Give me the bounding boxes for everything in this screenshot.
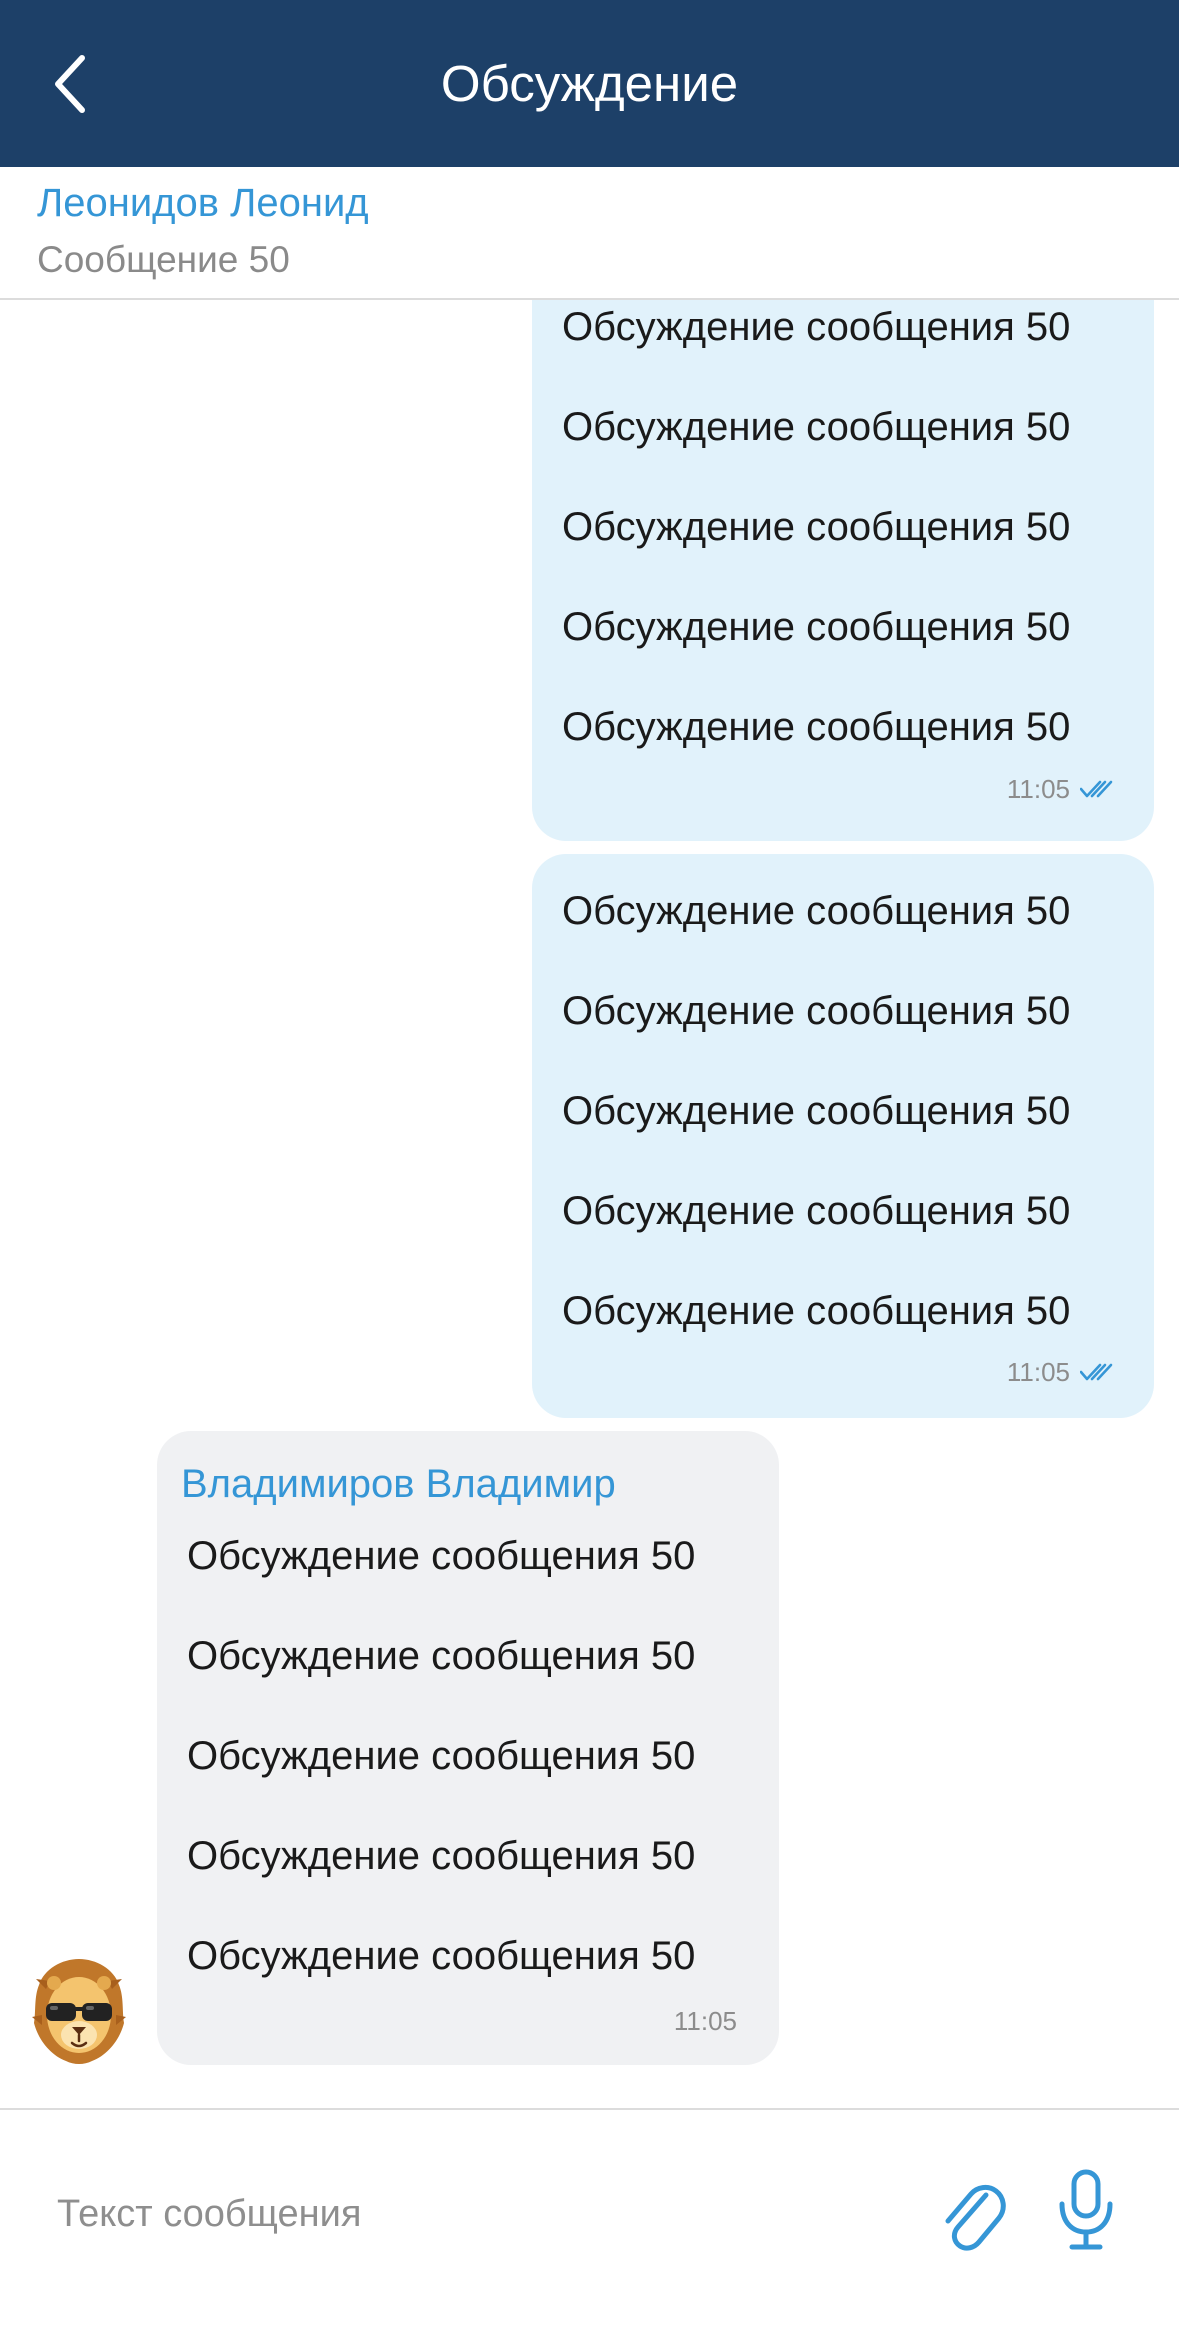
message-line: Обсуждение сообщения 50	[562, 889, 1071, 933]
sender-avatar-icon[interactable]	[32, 1955, 126, 2065]
message-line: Обсуждение сообщения 50	[187, 1734, 696, 1778]
parent-message-text: Сообщение 50	[37, 239, 290, 280]
message-line: Обсуждение сообщения 50	[562, 405, 1071, 449]
page-title: Обсуждение	[440, 55, 739, 112]
message-line: Обсуждение сообщения 50	[187, 1934, 696, 1978]
incoming-message[interactable]: Владимиров Владимир Обсуждение сообщения…	[157, 1431, 779, 2065]
message-line: Обсуждение сообщения 50	[562, 989, 1071, 1033]
top-bar: Обсуждение	[0, 0, 1179, 167]
message-meta: 11:05	[674, 2006, 737, 2036]
message-line: Обсуждение сообщения 50	[562, 1089, 1071, 1133]
message-time: 11:05	[1006, 1357, 1070, 1387]
double-check-icon	[1080, 1363, 1113, 1381]
message-meta: 11:05	[1007, 774, 1114, 804]
paperclip-icon[interactable]	[936, 2173, 1006, 2253]
message-meta: 11:05	[1007, 1357, 1114, 1387]
message-input[interactable]	[55, 2180, 879, 2248]
message-line: Обсуждение сообщения 50	[562, 605, 1071, 649]
outgoing-message[interactable]: Обсуждение сообщения 50 Обсуждение сообщ…	[532, 300, 1154, 841]
message-line: Обсуждение сообщения 50	[562, 705, 1071, 749]
message-time: 11:05	[1006, 774, 1070, 804]
message-composer	[0, 2108, 1179, 2338]
message-list[interactable]: Обсуждение сообщения 50 Обсуждение сообщ…	[0, 300, 1179, 2108]
message-line: Обсуждение сообщения 50	[562, 1189, 1071, 1233]
message-sender[interactable]: Владимиров Владимир	[181, 1459, 616, 1509]
message-time: 11:05	[673, 2006, 737, 2036]
message-line: Обсуждение сообщения 50	[562, 305, 1071, 349]
message-line: Обсуждение сообщения 50	[187, 1634, 696, 1678]
parent-message-preview[interactable]: Леонидов Леонид Сообщение 50	[0, 167, 1179, 300]
outgoing-message[interactable]: Обсуждение сообщения 50 Обсуждение сообщ…	[532, 854, 1154, 1418]
message-line: Обсуждение сообщения 50	[187, 1834, 696, 1878]
parent-message-author: Леонидов Леонид	[37, 181, 369, 225]
message-line: Обсуждение сообщения 50	[562, 1289, 1071, 1333]
microphone-icon[interactable]	[1056, 2168, 1116, 2252]
double-check-icon	[1080, 780, 1113, 798]
message-line: Обсуждение сообщения 50	[562, 505, 1071, 549]
message-line: Обсуждение сообщения 50	[187, 1534, 696, 1578]
